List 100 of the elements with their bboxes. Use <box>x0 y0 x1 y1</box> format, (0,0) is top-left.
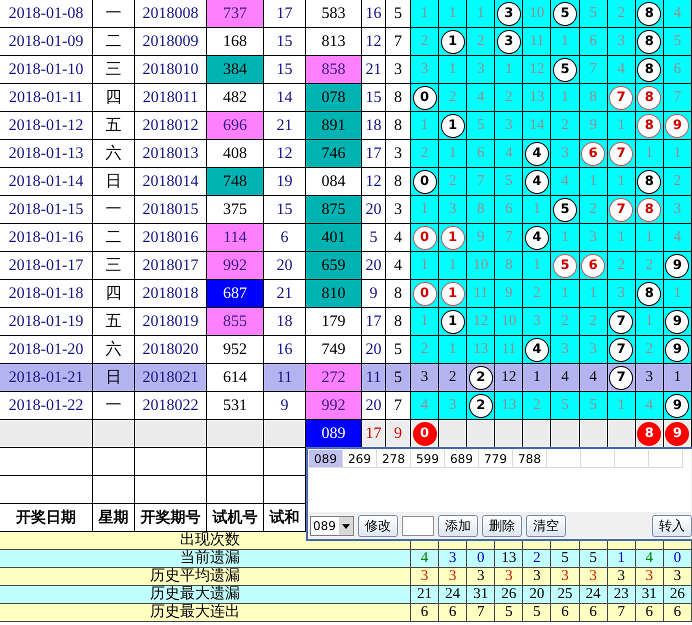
table-row[interactable]: 2018-01-16 二 2018016 114 6 401 5 4 0 1 9 7 4 1 3 1 1 4 <box>0 224 692 252</box>
issue-cell: 2018008 <box>135 0 207 28</box>
table-row[interactable]: 2018-01-21 日 2018021 614 11 272 11 5 3 2 2 12 1 4 4 7 3 1 <box>0 364 692 392</box>
miss-count-cell: 6 <box>495 196 524 224</box>
table-row[interactable]: 2018-01-10 三 2018010 384 15 858 21 3 3 1 3 1 12 5 7 4 8 6 <box>0 56 692 84</box>
miss-count-cell: 1 <box>523 252 552 280</box>
action-button[interactable]: 添加 <box>438 515 478 537</box>
miss-count-cell: 11 <box>495 336 524 364</box>
stat-value: 6 <box>551 604 580 622</box>
blank-cell <box>135 448 207 476</box>
weekday-cell: 六 <box>93 336 135 364</box>
miss-count-cell: 1 <box>551 28 580 56</box>
blank-cell <box>207 420 264 448</box>
number-ball: 4 <box>524 170 549 194</box>
list-item[interactable]: 269 <box>343 450 377 468</box>
stat-value: 0 <box>467 550 496 568</box>
stat-value: 7 <box>467 604 496 622</box>
number-dropdown[interactable]: 089 <box>310 516 354 536</box>
sum-cell: 21 <box>362 56 386 84</box>
number-ball: 1 <box>440 226 465 250</box>
draw-number-cell: 891 <box>306 112 362 140</box>
table-row[interactable]: 2018-01-09 二 2018009 168 15 813 12 7 2 1 2 3 11 1 6 3 8 5 <box>0 28 692 56</box>
stat-value: 21 <box>411 586 440 604</box>
span-cell: 3 <box>386 140 411 168</box>
column-header: 星期 <box>93 504 135 532</box>
trial-number-cell: 614 <box>207 364 264 392</box>
list-item[interactable]: 599 <box>411 450 445 468</box>
action-button[interactable]: 转入 <box>652 515 692 537</box>
miss-count-cell: 1 <box>580 168 608 196</box>
list-item[interactable]: 689 <box>445 450 479 468</box>
miss-count-cell: 2 <box>551 112 580 140</box>
issue-cell: 2018015 <box>135 196 207 224</box>
miss-count-cell: 4 <box>411 392 440 420</box>
miss-count-cell: 2 <box>523 280 552 308</box>
miss-count-cell: 10 <box>495 308 524 336</box>
miss-count-cell: 3 <box>467 56 496 84</box>
table-row[interactable]: 2018-01-20 六 2018020 952 16 749 20 5 2 1 13 11 4 3 3 7 2 9 <box>0 336 692 364</box>
list-item[interactable]: 788 <box>513 450 547 468</box>
blank-cell <box>207 448 264 476</box>
stat-value: 6 <box>580 604 608 622</box>
blank-cell <box>581 450 615 468</box>
span-cell: 3 <box>386 196 411 224</box>
issue-cell: 2018022 <box>135 392 207 420</box>
trial-number-cell: 384 <box>207 56 264 84</box>
table-row[interactable]: 2018-01-08 一 2018008 737 17 583 16 5 1 1 1 3 10 5 5 2 8 4 <box>0 0 692 28</box>
miss-count-cell: 11 <box>467 280 496 308</box>
table-row[interactable]: 2018-01-14 日 2018014 748 19 084 12 8 0 2 7 5 4 4 1 1 8 2 <box>0 168 692 196</box>
draw-number-cell: 810 <box>306 280 362 308</box>
stat-value: 3 <box>580 568 608 586</box>
number-ball: 8 <box>637 86 662 110</box>
stat-value: 26 <box>664 586 692 604</box>
table-row[interactable]: 2018-01-17 三 2018017 992 20 659 20 4 1 1 10 8 1 5 6 2 2 9 <box>0 252 692 280</box>
blank-cell <box>615 450 649 468</box>
list-item[interactable]: 278 <box>377 450 411 468</box>
action-button[interactable]: 删除 <box>482 515 522 537</box>
miss-count-cell: 2 <box>495 84 524 112</box>
issue-cell: 2018011 <box>135 84 207 112</box>
table-row[interactable]: 2018-01-18 四 2018018 687 21 810 9 8 0 1 11 9 2 1 1 3 8 1 <box>0 280 692 308</box>
miss-count-cell: 1 <box>580 280 608 308</box>
draw-number-cell: 858 <box>306 56 362 84</box>
stat-value: 6 <box>411 604 440 622</box>
table-row[interactable]: 2018-01-22 一 2018022 531 9 992 20 7 4 3 2 13 2 5 5 1 4 9 <box>0 392 692 420</box>
table-row[interactable]: 2018-01-12 五 2018012 696 21 891 18 8 1 1 5 3 14 2 9 1 8 9 <box>0 112 692 140</box>
action-button[interactable]: 修改 <box>358 515 398 537</box>
number-ball: 2 <box>468 366 493 390</box>
span-cell: 8 <box>386 308 411 336</box>
list-item[interactable]: 089 <box>309 450 343 468</box>
miss-count-cell: 4 <box>664 224 692 252</box>
miss-count-cell: 2 <box>439 168 468 196</box>
miss-count-cell: 3 <box>439 392 468 420</box>
miss-count-cell: 8 <box>467 196 496 224</box>
blank-cell <box>264 448 306 476</box>
action-button[interactable]: 清空 <box>526 515 566 537</box>
miss-count-cell: 1 <box>636 224 664 252</box>
date-cell: 2018-01-09 <box>0 28 93 56</box>
stat-value: 31 <box>636 586 664 604</box>
date-cell: 2018-01-10 <box>0 56 93 84</box>
draw-number-cell: 272 <box>306 364 362 392</box>
stat-value: 3 <box>551 568 580 586</box>
span-cell: 3 <box>386 56 411 84</box>
trial-sum-cell: 21 <box>264 280 306 308</box>
number-ball: 7 <box>609 142 634 166</box>
number-ball: 4 <box>524 226 549 250</box>
table-row[interactable]: 2018-01-11 四 2018011 482 14 078 15 8 0 2 4 2 13 1 8 7 8 7 <box>0 84 692 112</box>
trial-sum-cell: 21 <box>264 112 306 140</box>
miss-count-cell: 6 <box>467 140 496 168</box>
draw-number-cell: 746 <box>306 140 362 168</box>
miss-count-cell: 5 <box>580 0 608 28</box>
list-item[interactable]: 779 <box>479 450 513 468</box>
stat-value: 7 <box>608 604 636 622</box>
span-cell: 9 <box>386 420 411 448</box>
table-row[interactable]: 2018-01-19 五 2018019 855 18 179 17 8 1 1 12 10 3 2 2 7 1 9 <box>0 308 692 336</box>
table-row[interactable]: 2018-01-13 六 2018013 408 12 746 17 3 2 1 6 4 4 3 6 7 1 1 <box>0 140 692 168</box>
input-field[interactable] <box>402 516 434 536</box>
miss-count-cell: 2 <box>411 28 440 56</box>
span-cell: 8 <box>386 84 411 112</box>
table-row[interactable]: 2018-01-15 一 2018015 375 15 875 20 3 1 3 8 6 1 5 2 7 8 3 <box>0 196 692 224</box>
issue-cell: 2018009 <box>135 28 207 56</box>
miss-count-cell: 1 <box>664 280 692 308</box>
miss-count-cell: 14 <box>523 112 552 140</box>
